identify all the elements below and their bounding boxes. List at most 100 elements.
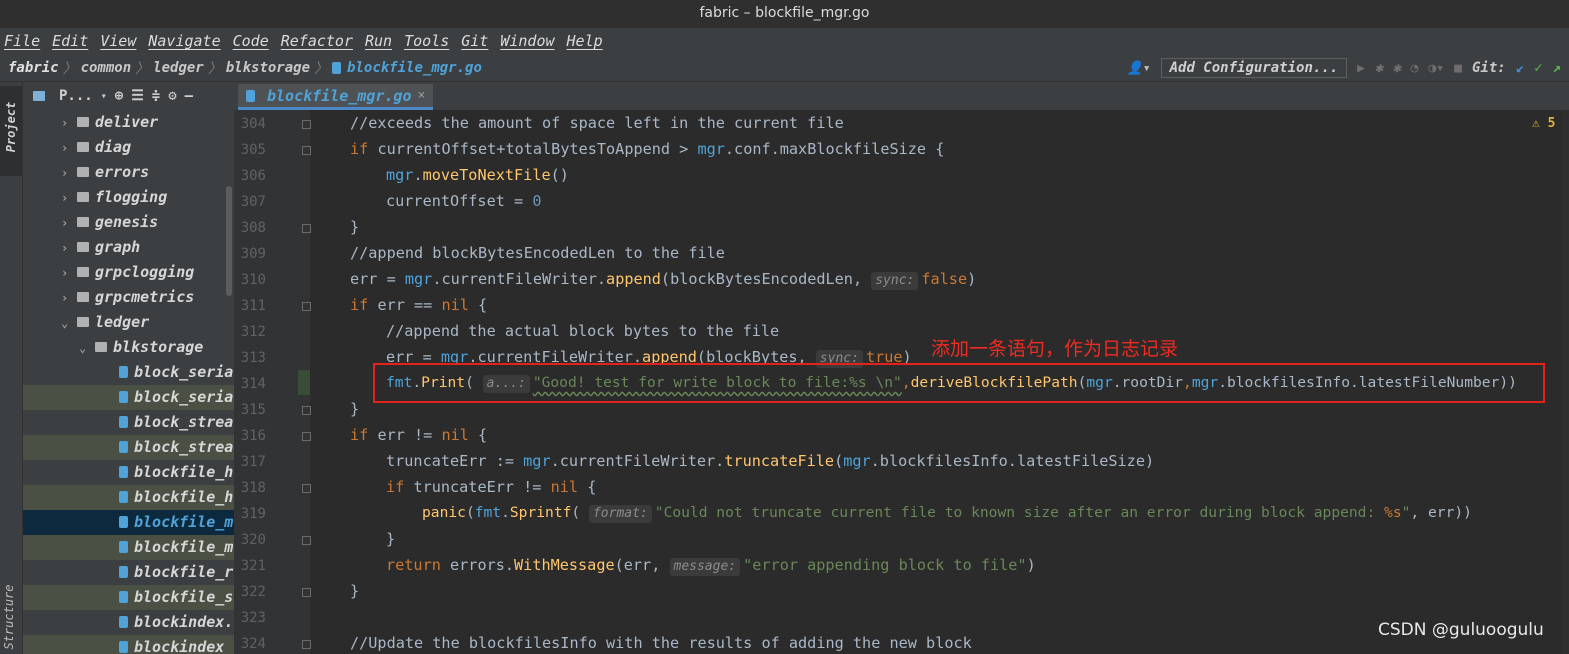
chevron-right-icon[interactable]: › (61, 286, 77, 310)
code-line-321[interactable]: return errors.WithMessage(err, message: "… (386, 556, 1036, 576)
chevron-down-icon[interactable]: ⌄ (61, 311, 77, 335)
menu-window[interactable]: Window (500, 32, 554, 50)
breadcrumb-file[interactable]: blockfile_mgr.go (347, 60, 482, 76)
code-line-315[interactable]: } (350, 400, 359, 418)
git-push-icon[interactable]: ↗ (1553, 60, 1561, 76)
tree-scrollbar[interactable] (226, 186, 232, 296)
tree-item-file-selected[interactable]: blockfile_m (23, 510, 234, 535)
chevron-down-icon[interactable]: ▾ (101, 91, 107, 102)
tree-item-genesis[interactable]: › genesis (23, 210, 234, 235)
code-line-316[interactable]: if err != nil { (350, 426, 487, 444)
git-commit-icon[interactable]: ✓ (1534, 60, 1542, 76)
tree-item-graph[interactable]: › graph (23, 235, 234, 260)
stop-icon[interactable]: ■ (1454, 61, 1462, 76)
chevron-right-icon[interactable]: › (61, 161, 77, 185)
collapse-all-icon[interactable]: ≑ (152, 88, 160, 104)
tree-item-errors[interactable]: › errors (23, 160, 234, 185)
breadcrumb-blkstorage[interactable]: blkstorage (226, 60, 310, 76)
menu-file[interactable]: File (4, 32, 40, 50)
code-line-308[interactable]: } (350, 218, 359, 236)
chevron-right-icon[interactable]: › (61, 236, 77, 260)
chevron-right-icon[interactable]: › (61, 261, 77, 285)
project-tab-label[interactable]: Project (4, 92, 18, 162)
code-line-306[interactable]: mgr.moveToNextFile() (386, 166, 569, 184)
fold-marker[interactable] (302, 432, 311, 441)
chevron-right-icon[interactable]: › (61, 186, 77, 210)
tree-item-file[interactable]: blockfile_r (23, 560, 234, 585)
chevron-right-icon[interactable]: › (61, 211, 77, 235)
fold-marker[interactable] (302, 224, 311, 233)
tree-item-ledger[interactable]: ⌄ ledger (23, 310, 234, 335)
tree-item-file[interactable]: block_seria (23, 385, 234, 410)
close-icon[interactable]: × (418, 88, 426, 103)
run-more-icon[interactable]: ◑▾ (1428, 61, 1444, 76)
add-configuration-button[interactable]: Add Configuration... (1160, 58, 1348, 78)
tree-item-deliver[interactable]: › deliver (23, 110, 234, 135)
vcs-change-marker[interactable] (298, 370, 310, 395)
fold-marker[interactable] (302, 146, 311, 155)
project-view-selector[interactable]: P... (59, 88, 93, 104)
chevron-right-icon[interactable]: › (61, 111, 77, 135)
tree-item-flogging[interactable]: › flogging (23, 185, 234, 210)
profile-icon[interactable]: ◔ (1411, 61, 1419, 76)
code-line-309[interactable]: //append blockBytesEncodedLen to the fil… (350, 244, 725, 262)
tree-item-blkstorage[interactable]: ⌄ blkstorage (23, 335, 234, 360)
tree-item-file[interactable]: blockfile_h (23, 460, 234, 485)
fold-marker[interactable] (302, 588, 311, 597)
tree-item-file[interactable]: block_strea (23, 435, 234, 460)
locate-icon[interactable]: ⊕ (115, 88, 123, 104)
code-line-305[interactable]: if currentOffset+totalBytesToAppend > mg… (350, 140, 944, 158)
menu-git[interactable]: Git (461, 32, 488, 50)
tree-item-file[interactable]: blockfile_s (23, 585, 234, 610)
coverage-icon[interactable]: ✱ (1393, 61, 1401, 76)
user-icon[interactable]: 👤▾ (1127, 61, 1151, 76)
code-line-320[interactable]: } (386, 530, 395, 548)
tree-item-file[interactable]: blockfile_m (23, 535, 234, 560)
breadcrumb-fabric[interactable]: fabric (8, 60, 59, 76)
hide-icon[interactable]: — (185, 88, 193, 104)
tree-item-grpcmetrics[interactable]: › grpcmetrics (23, 285, 234, 310)
fold-marker[interactable] (302, 302, 311, 311)
fold-marker[interactable] (302, 640, 311, 649)
code-line-324[interactable]: //Update the blockfilesInfo with the res… (350, 634, 972, 652)
code-line-318[interactable]: if truncateErr != nil { (386, 478, 596, 496)
menu-help[interactable]: Help (567, 32, 603, 50)
code-line-304[interactable]: //exceeds the amount of space left in th… (350, 114, 844, 132)
menu-edit[interactable]: Edit (52, 32, 88, 50)
chevron-right-icon[interactable]: › (61, 136, 77, 160)
breadcrumb-common[interactable]: common (81, 60, 132, 76)
chevron-down-icon[interactable]: ⌄ (79, 336, 95, 360)
git-update-icon[interactable]: ↙ (1516, 60, 1524, 76)
menu-navigate[interactable]: Navigate (148, 32, 220, 50)
menu-tools[interactable]: Tools (404, 32, 449, 50)
fold-marker[interactable] (302, 484, 311, 493)
code-line-311[interactable]: if err == nil { (350, 296, 487, 314)
tree-item-grpclogging[interactable]: › grpclogging (23, 260, 234, 285)
fold-marker[interactable] (302, 120, 311, 129)
menu-run[interactable]: Run (365, 32, 392, 50)
code-line-322[interactable]: } (350, 582, 359, 600)
breadcrumb-ledger[interactable]: ledger (153, 60, 204, 76)
code-line-307[interactable]: currentOffset = 0 (386, 192, 541, 210)
warnings-indicator[interactable]: ⚠ 5 (1532, 116, 1555, 131)
menu-code[interactable]: Code (233, 32, 269, 50)
tree-item-diag[interactable]: › diag (23, 135, 234, 160)
run-icon[interactable]: ▶ (1357, 61, 1365, 76)
structure-tab-label[interactable]: Structure (2, 582, 16, 652)
gear-icon[interactable]: ⚙ (168, 88, 176, 104)
code-line-319[interactable]: panic(fmt.Sprintf( format: "Could not tru… (422, 504, 1472, 523)
expand-all-icon[interactable]: ☰ (131, 88, 144, 104)
editor-tab-blockfile-mgr[interactable]: blockfile_mgr.go × (238, 84, 434, 110)
tree-item-file[interactable]: blockindex (23, 635, 234, 654)
menu-view[interactable]: View (100, 32, 136, 50)
fold-marker[interactable] (302, 536, 311, 545)
tree-item-file[interactable]: block_strea (23, 410, 234, 435)
code-line-317[interactable]: truncateErr := mgr.currentFileWriter.tru… (386, 452, 1154, 470)
code-line-310[interactable]: err = mgr.currentFileWriter.append(block… (350, 270, 976, 290)
debug-icon[interactable]: ✱ (1375, 61, 1383, 76)
fold-marker[interactable] (302, 406, 311, 415)
code-line-312[interactable]: //append the actual block bytes to the f… (386, 322, 779, 340)
tree-item-file[interactable]: blockfile_h (23, 485, 234, 510)
editor-scrollbar[interactable] (1562, 110, 1569, 654)
menu-refactor[interactable]: Refactor (281, 32, 353, 50)
